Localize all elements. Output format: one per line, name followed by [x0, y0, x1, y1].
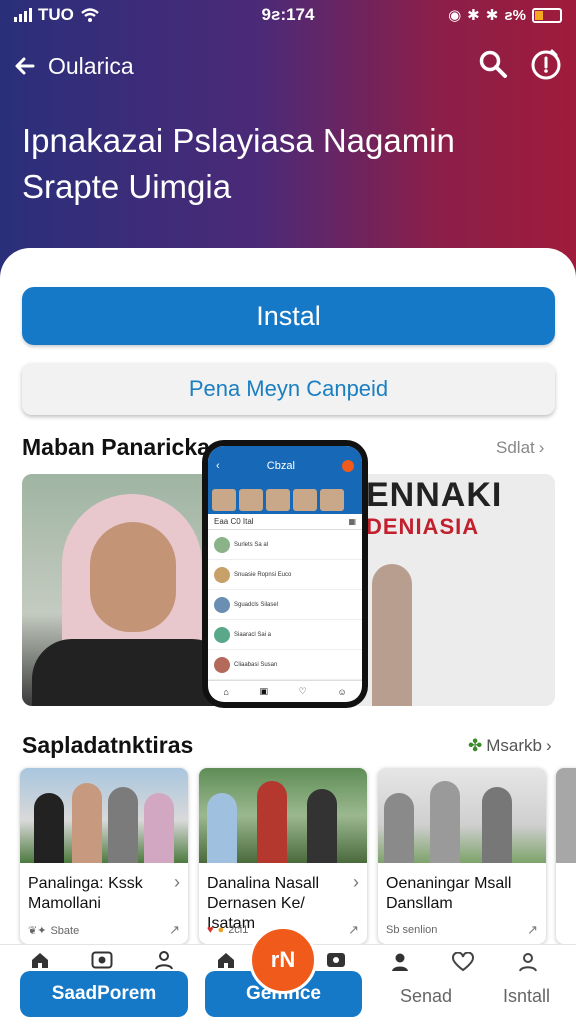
phone-chat-item: Snuasie Ropnsi Euco [208, 560, 362, 590]
phone-app-title: Cbzal [266, 460, 295, 472]
search-icon [479, 50, 507, 78]
install-button[interactable]: Instal [22, 287, 555, 345]
emoji-icons: ❦✦ [28, 925, 47, 937]
banner-person-right [372, 564, 412, 706]
phone-chat-item: Siaaracl Sai a [208, 620, 362, 650]
story-card-meta: Sbate [50, 924, 80, 937]
phone-chat-item: Surlets Sa al [208, 530, 362, 560]
info-timer-icon [531, 49, 561, 79]
battery-icon [532, 7, 562, 23]
info-button[interactable] [530, 48, 562, 85]
phone-home-icon: ⌂ [223, 686, 229, 697]
phone-bottom-nav: ⌂ ▣ ♡ ☺ [208, 680, 362, 702]
story-card-title: Panalinga: Kssk Mamollani [28, 875, 143, 912]
phone-tab-label: Eaa C0 Ital [214, 517, 254, 526]
phone-stories [208, 486, 362, 514]
user-icon[interactable] [516, 952, 540, 972]
page-headline: Ipnakazai Pslayiasa Nagamin Srapte Uimgi… [22, 122, 455, 205]
bottom-nav-label-send[interactable]: Senad [400, 986, 452, 1007]
phone-heart-icon: ♡ [298, 686, 307, 696]
banner-sign-line2: DENIASIA [366, 514, 480, 539]
featured-section-title: Maban Panaricka [22, 434, 210, 460]
face-shape [90, 522, 176, 632]
search-button[interactable] [478, 49, 508, 84]
phone-chat-text: Cliaabasi Susan [234, 661, 278, 668]
phone-grid-icon: ▦ [348, 517, 356, 526]
phone-chat-text: Sguadcls Silasel [234, 601, 279, 608]
featured-see-all-link[interactable]: Sdlat › [496, 438, 544, 458]
clock: 9ƨ:174 [261, 5, 315, 24]
center-fab[interactable]: rN [249, 926, 317, 994]
story-card-meta: 2ci1 [228, 924, 249, 936]
story-card[interactable]: Panalinga: Kssk Mamollani › ❦✦ Sbate ↗ [20, 768, 188, 944]
top-nav: Oularica [10, 44, 562, 88]
heart-icon: ♥ [207, 924, 214, 936]
phone-chat-item: Sguadcls Silasel [208, 590, 362, 620]
story-card-meta: Sb senlion [386, 924, 438, 936]
home-icon-2[interactable] [214, 950, 238, 970]
featured-see-all-label: Sdlat [496, 438, 535, 457]
share-icon[interactable]: ↗ [348, 922, 359, 938]
home-icon[interactable] [28, 950, 52, 970]
status-bar: TUO 9ƨ:174 ◉ ✱ ✱ ƨ% [0, 0, 576, 30]
story-card-image [378, 768, 546, 863]
phone-appbar: ‹ Cbzal [208, 446, 362, 486]
profile-icon[interactable] [152, 950, 176, 970]
hero-header: TUO 9ƨ:174 ◉ ✱ ✱ ƨ% Oularica Ipnakazai P… [0, 0, 576, 280]
chevron-right-icon: › [353, 872, 359, 892]
nav-title: Oularica [48, 52, 134, 79]
story-card[interactable]: Danalina Nasall Dernasen Ke/ Isatam › ♥ ●… [199, 768, 367, 944]
arrow-left-icon [15, 57, 35, 75]
phone-badge-icon [341, 460, 354, 472]
camera-icon[interactable] [90, 950, 114, 970]
bottom-nav-label-install[interactable]: Isntall [503, 986, 550, 1007]
badge-icon: ● [217, 924, 225, 936]
phone-user-icon: ☺ [337, 686, 347, 697]
phone-mockup: ‹ Cbzal Eaa C0 Ital ▦ Surlets Sa al Snua… [202, 440, 368, 708]
secondary-action-button[interactable]: Pena Meyn Canpeid [22, 363, 555, 415]
story-card-image [20, 768, 188, 863]
person-icon[interactable] [388, 952, 412, 972]
heart-icon[interactable] [451, 952, 475, 972]
story-card-partial[interactable] [556, 768, 576, 944]
stories-see-all-label: Msarkb [486, 736, 542, 755]
phone-chat-item: Cliaabasi Susan [208, 650, 362, 680]
bottom-nav-button-left[interactable]: SaadPorem [20, 971, 188, 1017]
phone-screen: ‹ Cbzal Eaa C0 Ital ▦ Surlets Sa al Snua… [208, 446, 362, 702]
stories-section-title: Sapladatnktiras [22, 732, 194, 758]
phone-tabrow: Eaa C0 Ital ▦ [208, 514, 362, 530]
stories-see-all-link[interactable]: ✤ Msarkb › [468, 736, 552, 756]
chevron-right-icon: › [538, 438, 545, 457]
phone-chat-text: Surlets Sa al [234, 541, 269, 548]
leaf-icon: ✤ [468, 736, 483, 755]
phone-chat-text: Siaaracl Sai a [234, 631, 272, 638]
back-button[interactable] [10, 46, 40, 86]
story-card-title: Oenaningar Msall Dansllam [386, 875, 512, 912]
phone-media-icon: ▣ [259, 686, 268, 696]
story-card-image [556, 768, 576, 863]
share-icon[interactable]: ↗ [169, 922, 180, 938]
share-icon[interactable]: ↗ [527, 922, 538, 938]
media-icon[interactable] [324, 950, 348, 970]
phone-back-icon: ‹ [216, 460, 220, 472]
chevron-right-icon: › [545, 736, 552, 755]
story-card-image [199, 768, 367, 863]
story-card[interactable]: Oenaningar Msall Dansllam Sb senlion ↗ [378, 768, 546, 944]
phone-chat-text: Snuasie Ropnsi Euco [234, 571, 292, 578]
chevron-right-icon: › [174, 872, 180, 892]
banner-sign-line1: ENNAKI [366, 476, 503, 514]
